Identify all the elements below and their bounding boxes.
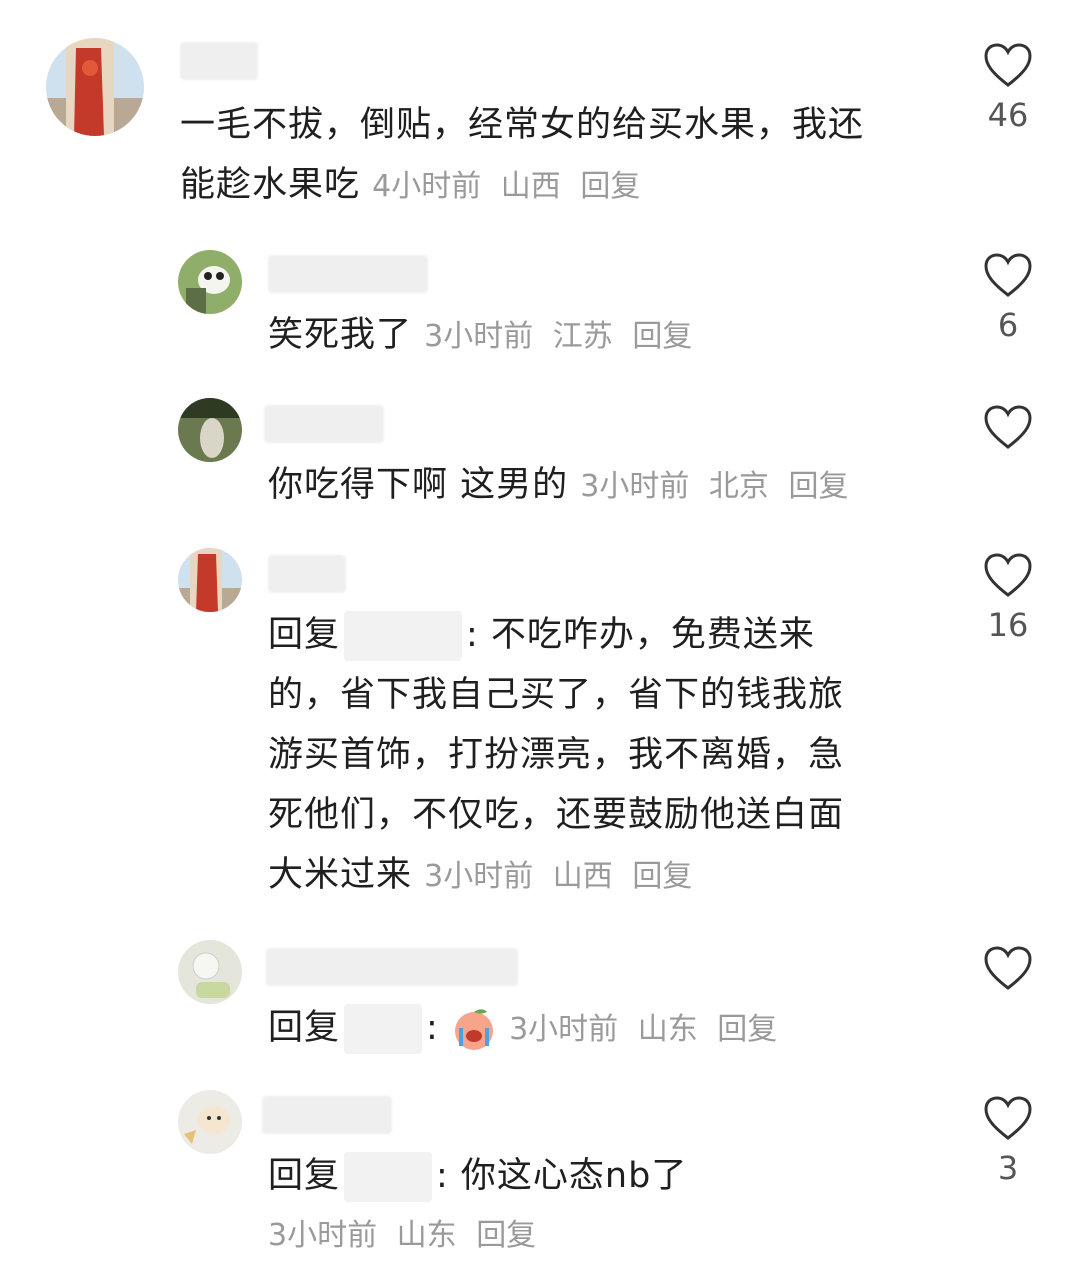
crying-peach-emoji-icon — [454, 1009, 493, 1050]
heart-outline-icon — [984, 253, 1032, 297]
mention-username-blurred[interactable] — [344, 1004, 423, 1054]
reply-body: 笑死我了 3小时前 江苏 回复 — [268, 305, 948, 367]
reply-text-line: 游买首饰，打扮漂亮，我不离婚，急 — [268, 735, 845, 775]
avatar[interactable] — [178, 398, 242, 462]
reply-button[interactable]: 回复 — [476, 1218, 536, 1253]
avatar[interactable] — [178, 1090, 242, 1154]
reply-body: 回复 : 不吃咋办，免费送来 的，省下我自己买了，省下的钱我旅 游买首饰，打扮漂亮… — [268, 605, 948, 907]
comment-text-line: 能趁水果吃 — [180, 165, 361, 205]
comment-meta: 3小时前 山东 回复 — [268, 1206, 948, 1266]
comment-meta: 3小时前 山东 回复 — [509, 1012, 787, 1047]
like-button[interactable] — [978, 945, 1038, 991]
like-count: 3 — [997, 1149, 1019, 1187]
like-count: 6 — [997, 306, 1019, 344]
comment-meta: 3小时前 北京 回复 — [580, 469, 858, 504]
username-blurred — [262, 1096, 392, 1134]
reply-text: 笑死我了 — [268, 315, 413, 355]
comment-time: 3小时前 — [268, 1218, 378, 1253]
like-button[interactable]: 6 — [978, 252, 1038, 344]
comment-meta: 3小时前 江苏 回复 — [424, 319, 702, 354]
reply-separator: : — [426, 1008, 439, 1048]
reply-body: 你吃得下啊 这男的 3小时前 北京 回复 — [268, 455, 948, 517]
comment-location: 山西 — [552, 859, 613, 894]
username-blurred — [268, 255, 428, 293]
heart-outline-icon — [984, 1096, 1032, 1140]
avatar[interactable] — [178, 250, 242, 314]
reply-prefix: 回复 — [268, 1008, 341, 1048]
reply-button[interactable]: 回复 — [632, 319, 692, 354]
like-button[interactable]: 3 — [978, 1095, 1038, 1187]
comment-meta: 4小时前 山西 回复 — [372, 169, 650, 204]
reply-text-line: 的，省下我自己买了，省下的钱我旅 — [268, 675, 845, 715]
comment-meta: 3小时前 山西 回复 — [424, 859, 702, 894]
comment-location: 北京 — [708, 469, 769, 504]
username-blurred — [266, 948, 518, 986]
reply-button[interactable]: 回复 — [632, 859, 692, 894]
avatar[interactable] — [178, 548, 242, 612]
heart-outline-icon — [984, 946, 1032, 990]
avatar[interactable] — [46, 38, 144, 136]
username-blurred — [268, 555, 346, 593]
comment-body: 一毛不拔，倒贴，经常女的给买水果，我还 能趁水果吃 4小时前 山西 回复 — [180, 95, 960, 217]
reply-button[interactable]: 回复 — [717, 1012, 777, 1047]
comment-text-line: 一毛不拔，倒贴，经常女的给买水果，我还 — [180, 105, 865, 145]
like-button[interactable] — [978, 404, 1038, 450]
reply-prefix: 回复 — [268, 615, 341, 655]
comment-time: 3小时前 — [509, 1012, 619, 1047]
username-blurred — [264, 405, 384, 443]
heart-outline-icon — [984, 43, 1032, 87]
reply-body: 回复: 3小时前 山东 回复 — [268, 998, 948, 1060]
heart-outline-icon — [984, 553, 1032, 597]
comment-time: 3小时前 — [580, 469, 690, 504]
like-count: 46 — [987, 96, 1029, 134]
comment-time: 3小时前 — [424, 859, 534, 894]
username-blurred — [180, 42, 258, 80]
reply-text: : 你这心态nb了 — [436, 1156, 688, 1196]
like-button[interactable]: 16 — [978, 552, 1038, 644]
reply-prefix: 回复 — [268, 1156, 341, 1196]
avatar[interactable] — [178, 940, 242, 1004]
comment-location: 山东 — [396, 1218, 457, 1253]
comment-location: 山东 — [637, 1012, 698, 1047]
reply-body: 回复 : 你这心态nb了 3小时前 山东 回复 — [268, 1146, 948, 1266]
reply-button[interactable]: 回复 — [580, 169, 640, 204]
like-count: 16 — [987, 606, 1029, 644]
comment-location: 江苏 — [552, 319, 613, 354]
like-button[interactable]: 46 — [978, 42, 1038, 134]
mention-username-blurred[interactable] — [344, 611, 463, 661]
comment-location: 山西 — [500, 169, 561, 204]
reply-text-line: : 不吃咋办，免费送来 — [466, 615, 815, 655]
heart-outline-icon — [984, 405, 1032, 449]
reply-button[interactable]: 回复 — [788, 469, 848, 504]
reply-text-line: 死他们，不仅吃，还要鼓励他送白面 — [268, 795, 845, 835]
reply-text: 你吃得下啊 这男的 — [268, 465, 569, 505]
comment-time: 3小时前 — [424, 319, 534, 354]
comment-time: 4小时前 — [372, 169, 482, 204]
mention-username-blurred[interactable] — [344, 1152, 433, 1202]
reply-text-line: 大米过来 — [268, 855, 413, 895]
